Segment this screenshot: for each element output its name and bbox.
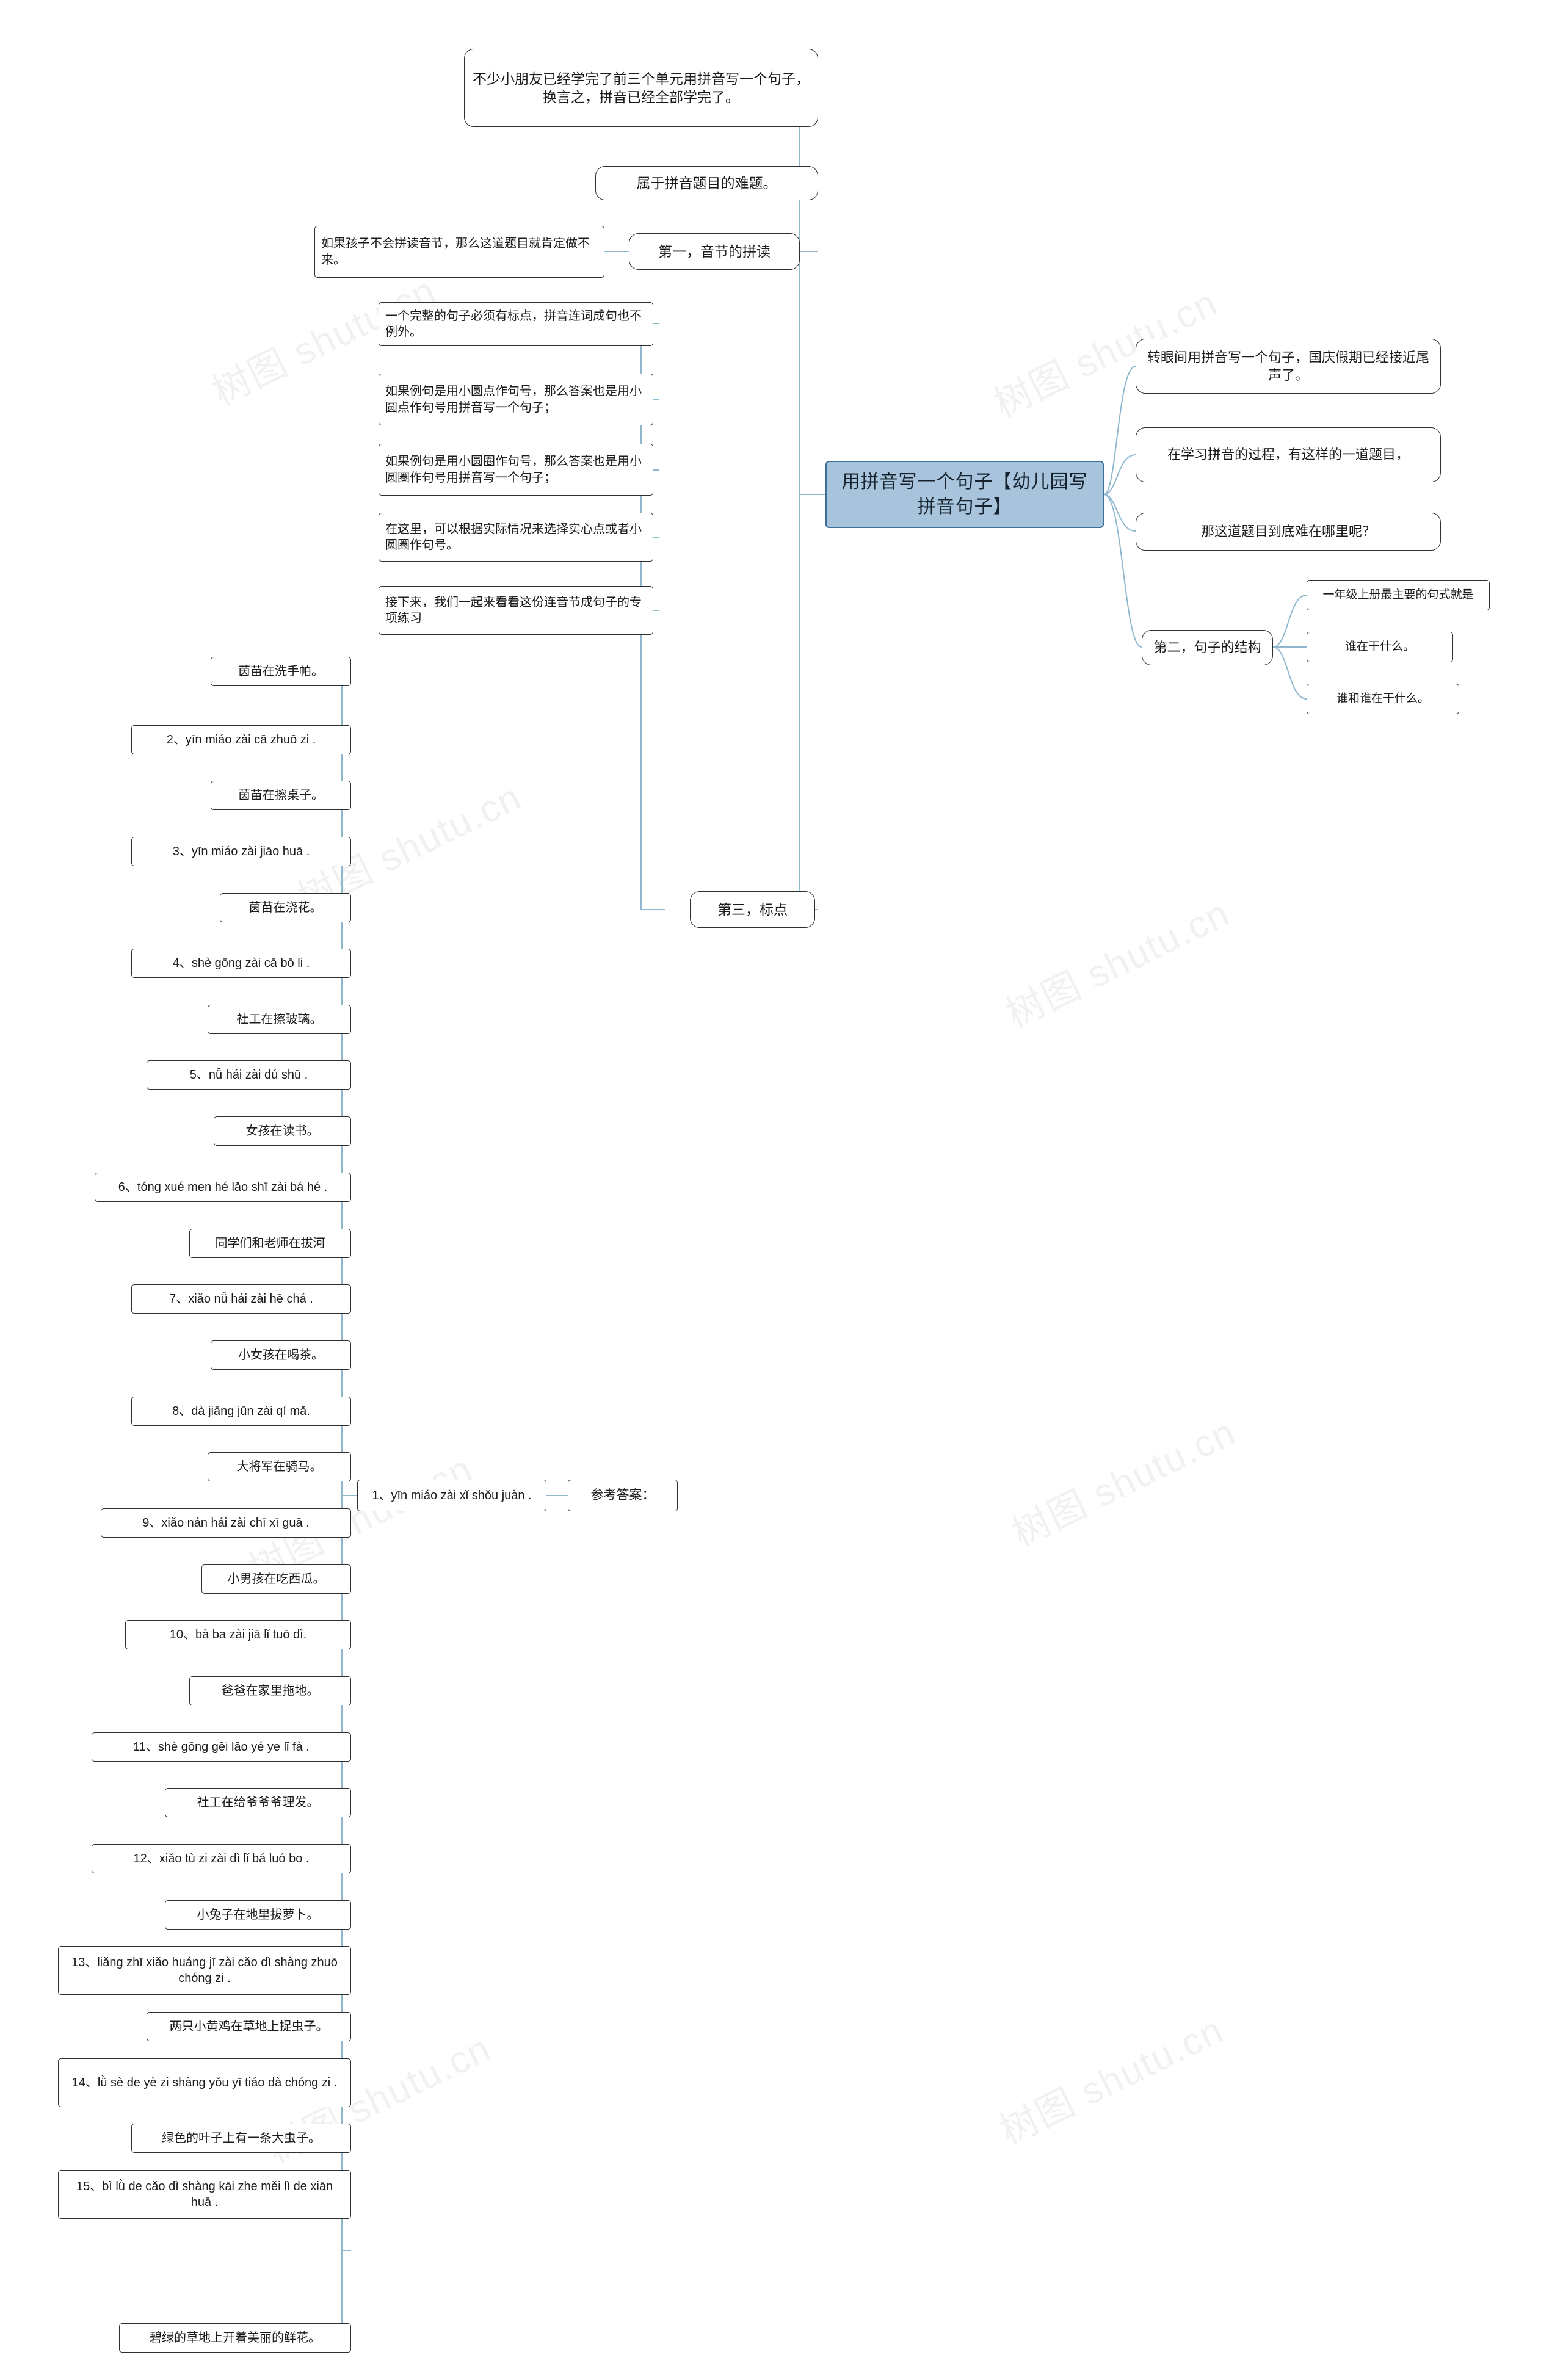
answer-label[interactable]: 参考答案： xyxy=(568,1480,678,1511)
answer-item[interactable]: 女孩在读书。 xyxy=(214,1116,351,1146)
root-node[interactable]: 用拼音写一个句子【幼儿园写拼音句子】 xyxy=(825,461,1104,528)
watermark: 树图 shutu.cn xyxy=(1006,1410,1243,1555)
answer-item[interactable]: 8、dà jiāng jūn zài qí mǎ. xyxy=(131,1397,351,1426)
right-node-3[interactable]: 那这道题目到底难在哪里呢？ xyxy=(1136,513,1441,551)
answer-item[interactable]: 4、shè gōng zài cā bō li . xyxy=(131,949,351,978)
answer-item[interactable]: 绿色的叶子上有一条大虫子。 xyxy=(131,2124,351,2153)
punctuation-item-5[interactable]: 接下来，我们一起来看看这份连音节成句子的专项练习 xyxy=(379,586,653,635)
answer-item[interactable]: 茵苗在洗手帕。 xyxy=(211,657,351,686)
answer-item[interactable]: 14、lǜ sè de yè zi shàng yǒu yī tiáo dà c… xyxy=(58,2058,351,2107)
punctuation-item-4[interactable]: 在这里，可以根据实际情况来选择实心点或者小圆圈作句号。 xyxy=(379,513,653,562)
answer-item[interactable]: 6、tóng xué men hé lǎo shī zài bá hé . xyxy=(95,1173,351,1202)
answer-item[interactable]: 小女孩在喝茶。 xyxy=(211,1340,351,1370)
third-punctuation-node[interactable]: 第三，标点 xyxy=(690,891,815,928)
answer-item[interactable]: 2、yīn miáo zài cā zhuō zi . xyxy=(131,725,351,754)
watermark: 树图 shutu.cn xyxy=(999,891,1237,1036)
answer-item[interactable]: 5、nǚ hái zài dú shū . xyxy=(147,1060,351,1090)
answer-item[interactable]: 小兔子在地里拔萝卜。 xyxy=(165,1900,351,1930)
answer-item[interactable]: 10、bà ba zài jiā lǐ tuō dì. xyxy=(125,1620,351,1649)
pinyin-reading-child[interactable]: 如果孩子不会拼读音节，那么这道题目就肯定做不来。 xyxy=(314,226,604,278)
answer-item[interactable]: 社工在擦玻璃。 xyxy=(208,1005,351,1034)
mindmap-canvas: 树图 shutu.cn 树图 shutu.cn 树图 shutu.cn 树图 s… xyxy=(0,0,1563,2380)
answer-item[interactable]: 社工在给爷爷爷理发。 xyxy=(165,1788,351,1817)
answer-item[interactable]: 12、xiǎo tù zi zài dì lǐ bá luó bo . xyxy=(92,1844,351,1873)
punctuation-item-3[interactable]: 如果例句是用小圆圈作句号，那么答案也是用小圆圈作句号用拼音写一个句子； xyxy=(379,444,653,496)
top-node-intro[interactable]: 不少小朋友已经学完了前三个单元用拼音写一个句子，换言之，拼音已经全部学完了。 xyxy=(464,49,818,127)
answer-item[interactable]: 15、bì lǜ de cǎo dì shàng kāi zhe měi lì … xyxy=(58,2170,351,2219)
top-node-difficulty[interactable]: 属于拼音题目的难题。 xyxy=(595,166,818,200)
answer-item[interactable]: 9、xiǎo nán hái zài chī xī guā . xyxy=(101,1508,351,1538)
structure-child-3[interactable]: 谁和谁在干什么。 xyxy=(1307,684,1459,714)
answer-item[interactable]: 碧绿的草地上开着美丽的鲜花。 xyxy=(119,2323,351,2353)
answer-item[interactable]: 7、xiǎo nǚ hái zài hē chá . xyxy=(131,1284,351,1314)
answer-item[interactable]: 3、yīn miáo zài jiāo huā . xyxy=(131,837,351,866)
punctuation-item-1[interactable]: 一个完整的句子必须有标点，拼音连词成句也不例外。 xyxy=(379,302,653,346)
punctuation-item-2[interactable]: 如果例句是用小圆点作句号，那么答案也是用小圆点作句号用拼音写一个句子； xyxy=(379,374,653,425)
answer-item[interactable]: 大将军在骑马。 xyxy=(208,1452,351,1481)
answer-item[interactable]: 11、shè gōng gěi lǎo yé ye lǐ fà . xyxy=(92,1732,351,1762)
answer-head[interactable]: 1、yīn miáo zài xǐ shǒu juàn . xyxy=(357,1480,546,1511)
structure-child-2[interactable]: 谁在干什么。 xyxy=(1307,632,1453,662)
answer-item[interactable]: 13、liǎng zhī xiǎo huáng jī zài cǎo dì sh… xyxy=(58,1946,351,1995)
answer-item[interactable]: 同学们和老师在拔河 xyxy=(189,1229,351,1258)
right-node-2[interactable]: 在学习拼音的过程，有这样的一道题目， xyxy=(1136,427,1441,482)
answer-item[interactable]: 茵苗在浇花。 xyxy=(220,893,351,922)
answer-item[interactable]: 爸爸在家里拖地。 xyxy=(189,1676,351,1705)
structure-child-1[interactable]: 一年级上册最主要的句式就是 xyxy=(1307,580,1490,610)
answer-item[interactable]: 茵苗在擦桌子。 xyxy=(211,781,351,810)
right-node-1[interactable]: 转眼间用拼音写一个句子，国庆假期已经接近尾声了。 xyxy=(1136,339,1441,394)
right-node-structure[interactable]: 第二，句子的结构 xyxy=(1142,630,1273,665)
answer-item[interactable]: 两只小黄鸡在草地上捉虫子。 xyxy=(147,2012,351,2041)
top-node-pinyin-reading[interactable]: 第一，音节的拼读 xyxy=(629,233,800,270)
watermark: 树图 shutu.cn xyxy=(993,2008,1231,2154)
answer-item[interactable]: 小男孩在吃西瓜。 xyxy=(201,1564,351,1594)
